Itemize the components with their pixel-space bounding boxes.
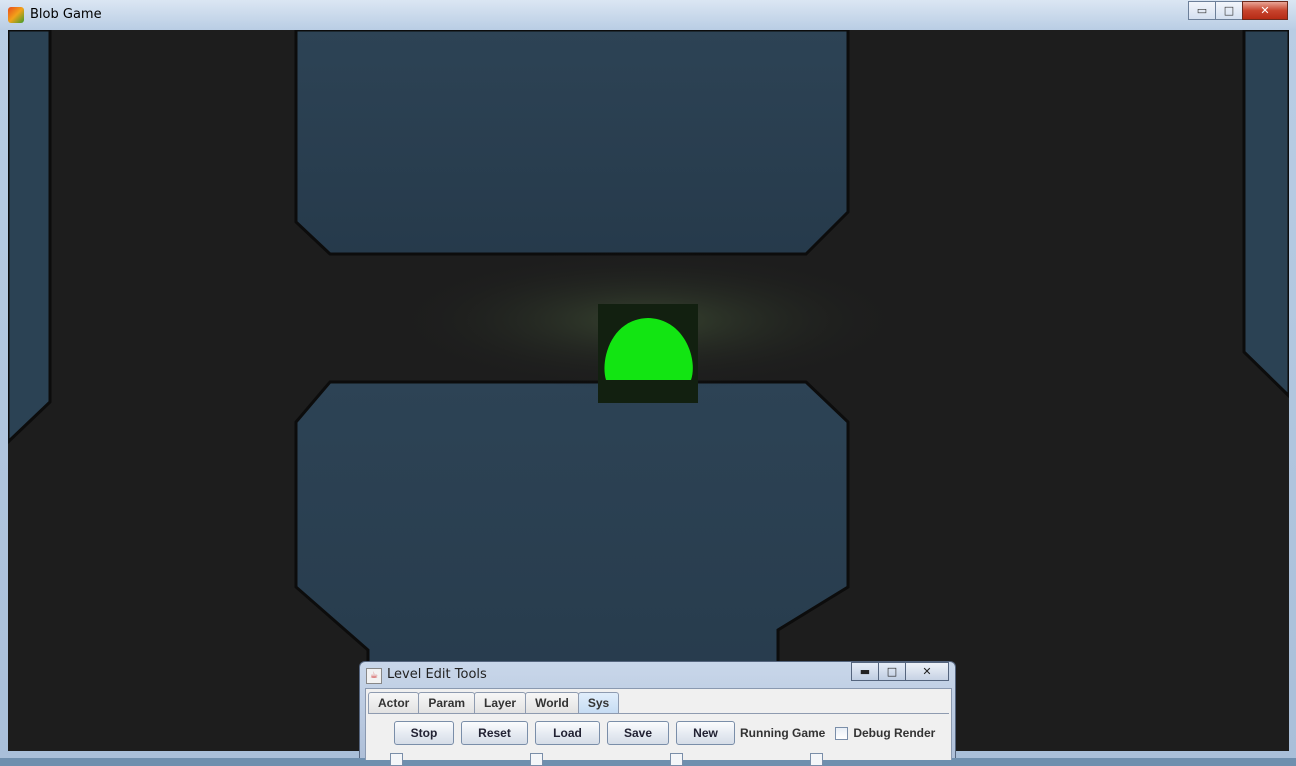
close-icon: ✕ [1260, 4, 1270, 17]
game-viewport[interactable] [8, 30, 1289, 751]
row2-checkbox[interactable] [390, 753, 403, 766]
java-icon: ☕ [366, 668, 382, 684]
maximize-icon: □ [1223, 4, 1235, 17]
top-chamber [294, 30, 850, 256]
next-row-checkboxes [390, 753, 950, 766]
row2-checkbox[interactable] [530, 753, 543, 766]
tab-world[interactable]: World [525, 692, 579, 713]
tab-param[interactable]: Param [418, 692, 476, 713]
right-sky-region [1242, 30, 1289, 399]
status-text: Running Game [740, 726, 826, 740]
minimize-icon: ▭ [1196, 4, 1208, 17]
tools-maximize-button[interactable]: □ [878, 662, 906, 681]
level-edit-tools-window: ☕ Level Edit Tools ▬ □ ✕ Actor Param Lay… [359, 661, 956, 766]
app-icon [8, 7, 24, 23]
left-sky-region [8, 30, 52, 445]
row2-checkbox[interactable] [810, 753, 823, 766]
tools-maximize-icon: □ [886, 665, 898, 678]
maximize-button[interactable]: □ [1215, 1, 1243, 20]
tab-divider [368, 713, 949, 714]
window-title: Blob Game [30, 7, 102, 22]
save-button[interactable]: Save [607, 721, 669, 745]
tab-sys[interactable]: Sys [577, 692, 620, 713]
minimize-button[interactable]: ▭ [1188, 1, 1216, 20]
title-bar[interactable]: Blob Game ▭ □ ✕ [0, 0, 1296, 30]
tools-close-icon: ✕ [922, 665, 932, 678]
tools-window-title: Level Edit Tools [387, 667, 487, 682]
new-button[interactable]: New [676, 721, 735, 745]
tools-minimize-button[interactable]: ▬ [851, 662, 879, 681]
tools-panel: Actor Param Layer World Sys Stop Reset L… [365, 688, 952, 766]
tab-actor[interactable]: Actor [368, 692, 420, 713]
debug-render-label: Debug Render [853, 726, 936, 740]
level-scene [8, 30, 1289, 751]
tools-close-button[interactable]: ✕ [905, 662, 949, 681]
tools-minimize-icon: ▬ [859, 665, 871, 678]
reset-button[interactable]: Reset [461, 721, 528, 745]
debug-render-checkbox[interactable] [835, 726, 849, 740]
row2-checkbox[interactable] [670, 753, 683, 766]
close-button[interactable]: ✕ [1242, 1, 1288, 20]
game-window: Blob Game ▭ □ ✕ [0, 0, 1296, 758]
tab-layer[interactable]: Layer [474, 692, 527, 713]
stop-button[interactable]: Stop [394, 721, 454, 745]
load-button[interactable]: Load [535, 721, 600, 745]
